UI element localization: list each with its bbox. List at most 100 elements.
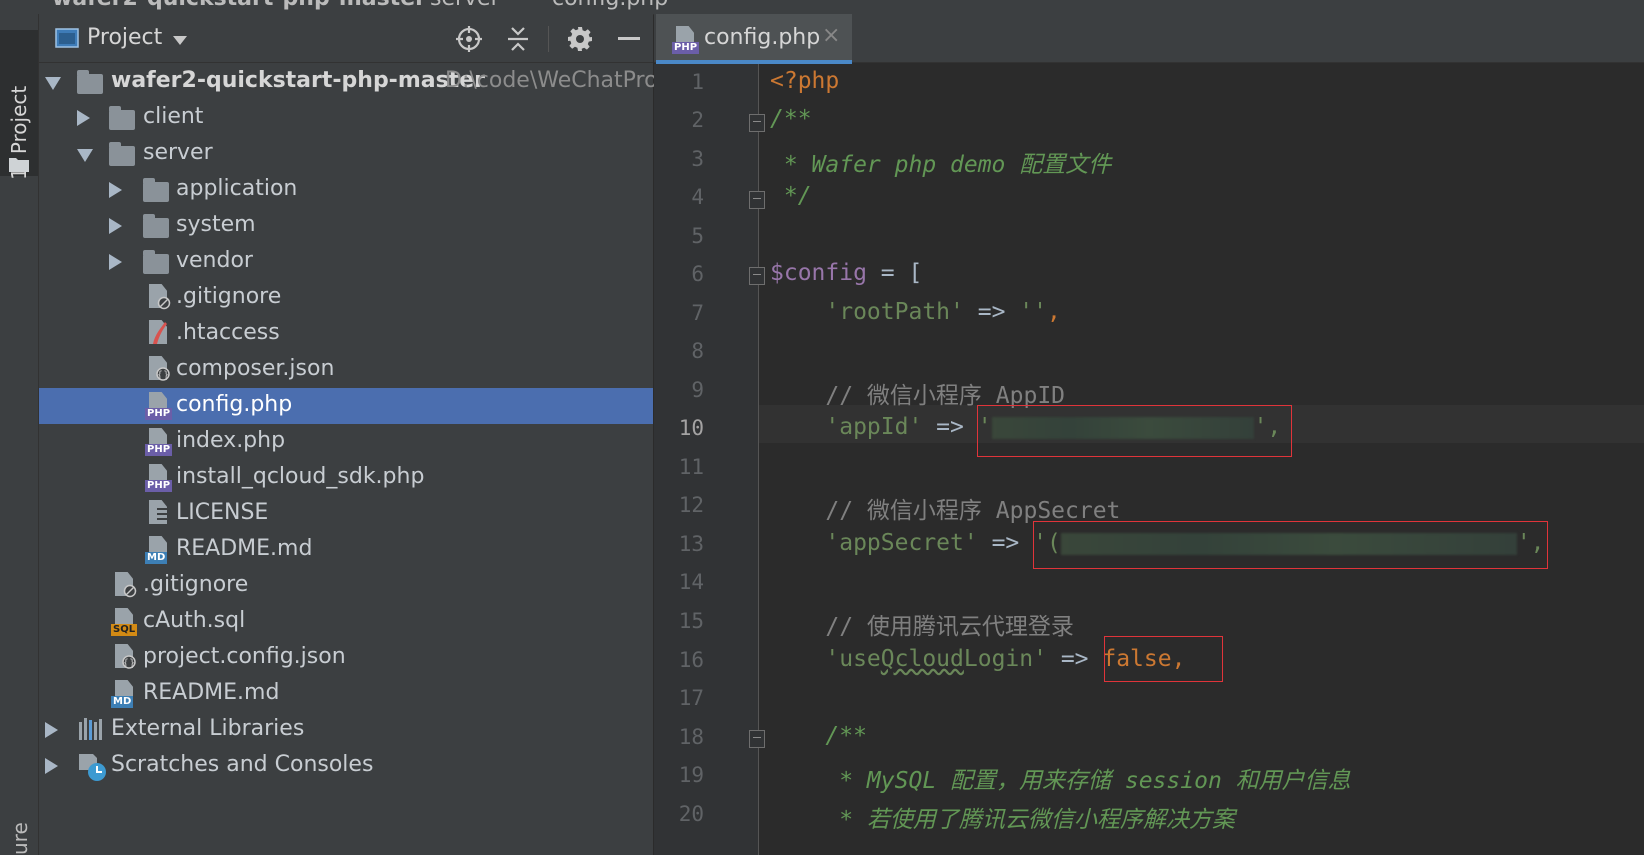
tree-item-config-php[interactable]: PHP config.php bbox=[39, 388, 653, 424]
line-number: 17 bbox=[678, 686, 704, 710]
expanded-arrow-icon[interactable] bbox=[45, 77, 61, 90]
locate-button[interactable] bbox=[454, 24, 484, 54]
hide-panel-button[interactable] bbox=[614, 24, 644, 54]
structure-tool-label[interactable]: ure bbox=[8, 810, 32, 855]
fold-marker-icon[interactable] bbox=[749, 267, 765, 285]
code-line-4[interactable]: */ bbox=[770, 183, 812, 209]
php-file-icon: PHP bbox=[145, 392, 173, 420]
tree-item-gitignore[interactable]: .gitignore bbox=[39, 280, 653, 316]
tree-item-application[interactable]: application bbox=[39, 172, 653, 208]
navigation-breadcrumb: wafer2-quickstart-php-master server conf… bbox=[0, 0, 1644, 15]
line-number: 16 bbox=[678, 648, 704, 672]
line-number: 20 bbox=[678, 802, 704, 826]
breadcrumb-folder[interactable]: server bbox=[430, 0, 500, 11]
tree-item-external-libraries[interactable]: External Libraries bbox=[39, 712, 653, 748]
collapse-icon bbox=[508, 27, 528, 51]
code-line-15[interactable]: // 使用腾讯云代理登录 bbox=[770, 607, 1074, 641]
folder-icon bbox=[109, 104, 137, 132]
root-folder-path: D:\code\WeChatProje bbox=[445, 68, 678, 93]
folder-icon bbox=[9, 158, 29, 172]
annotation-box-qcloud-login bbox=[1104, 636, 1223, 682]
collapsed-arrow-icon[interactable] bbox=[109, 254, 122, 270]
tree-item-label: vendor bbox=[176, 248, 253, 273]
tree-item-system[interactable]: system bbox=[39, 208, 653, 244]
line-number: 3 bbox=[691, 147, 704, 171]
folder-icon bbox=[109, 140, 137, 168]
tree-item-scratches[interactable]: Scratches and Consoles bbox=[39, 748, 653, 784]
fold-marker-icon[interactable] bbox=[749, 114, 765, 132]
code-line-7[interactable]: 'rootPath' => '', bbox=[770, 299, 1060, 325]
tree-item-license[interactable]: LICENSE bbox=[39, 496, 653, 532]
project-view-title[interactable]: Project bbox=[87, 25, 162, 50]
line-number: 11 bbox=[678, 455, 704, 479]
gitignore-file-icon bbox=[111, 572, 139, 600]
collapsed-arrow-icon[interactable] bbox=[45, 758, 58, 774]
editor-tab-bar: PHP config.php × bbox=[654, 14, 1644, 64]
project-panel: Project wafer2-quickstart-php-master D:\… bbox=[39, 14, 677, 855]
code-line-1[interactable]: <?php bbox=[770, 68, 839, 94]
expanded-arrow-icon[interactable] bbox=[77, 149, 93, 162]
collapsed-arrow-icon[interactable] bbox=[109, 182, 122, 198]
fold-marker-icon[interactable] bbox=[749, 730, 765, 748]
line-number: 15 bbox=[678, 609, 704, 633]
code-line-20[interactable]: * 若使用了腾讯云微信小程序解决方案 bbox=[770, 800, 1235, 834]
tree-item-project-config-json[interactable]: {} project.config.json bbox=[39, 640, 653, 676]
gear-icon bbox=[568, 27, 592, 51]
annotation-box-appsecret bbox=[1033, 521, 1548, 569]
folder-icon bbox=[143, 176, 171, 204]
settings-button[interactable] bbox=[565, 24, 595, 54]
tree-item-composer-json[interactable]: {} composer.json bbox=[39, 352, 653, 388]
left-tool-strip: 1: Project ure bbox=[0, 14, 39, 855]
apache-config-file-icon bbox=[145, 320, 173, 348]
tree-item-label: cAuth.sql bbox=[143, 608, 246, 633]
tree-item-label: Scratches and Consoles bbox=[111, 752, 374, 777]
tree-item-label: system bbox=[176, 212, 256, 237]
php-file-icon: PHP bbox=[672, 26, 700, 54]
tree-item-gitignore-root[interactable]: .gitignore bbox=[39, 568, 653, 604]
code-line-2[interactable]: /** bbox=[770, 106, 812, 132]
tree-item-client[interactable]: client bbox=[39, 100, 653, 136]
tree-item-index-php[interactable]: PHP index.php bbox=[39, 424, 653, 460]
tree-item-cauth-sql[interactable]: SQL cAuth.sql bbox=[39, 604, 653, 640]
close-icon[interactable]: × bbox=[822, 23, 840, 48]
project-panel-header: Project bbox=[39, 14, 653, 63]
tree-item-readme-root[interactable]: MD README.md bbox=[39, 676, 653, 712]
tree-item-label: config.php bbox=[176, 392, 293, 417]
tab-config-php[interactable]: PHP config.php × bbox=[656, 14, 852, 64]
code-line-3[interactable]: * Wafer php demo 配置文件 bbox=[770, 145, 1111, 179]
collapse-all-button[interactable] bbox=[503, 24, 533, 54]
tree-item-readme-server[interactable]: MD README.md bbox=[39, 532, 653, 568]
breadcrumb-root[interactable]: wafer2-quickstart-php-master bbox=[52, 0, 426, 11]
breadcrumb-file[interactable]: config.php bbox=[552, 0, 668, 11]
folder-icon bbox=[143, 248, 171, 276]
tree-item-htaccess[interactable]: .htaccess bbox=[39, 316, 653, 352]
tree-item-label: server bbox=[143, 140, 213, 165]
line-number: 9 bbox=[691, 378, 704, 402]
line-number: 4 bbox=[691, 185, 704, 209]
svg-text:{}: {} bbox=[123, 658, 136, 669]
line-number: 19 bbox=[678, 763, 704, 787]
minimize-icon bbox=[618, 37, 640, 40]
code-line-19[interactable]: * MySQL 配置，用来存储 session 和用户信息 bbox=[770, 761, 1350, 795]
code-line-18[interactable]: /** bbox=[770, 723, 867, 749]
fold-marker-icon[interactable] bbox=[749, 191, 765, 209]
tree-item-label: .gitignore bbox=[143, 572, 249, 597]
chevron-down-icon[interactable] bbox=[173, 36, 187, 45]
code-line-6[interactable]: $config = [ bbox=[770, 260, 922, 286]
tree-item-label: README.md bbox=[176, 536, 313, 561]
collapsed-arrow-icon[interactable] bbox=[77, 110, 90, 126]
collapsed-arrow-icon[interactable] bbox=[109, 218, 122, 234]
tree-item-server[interactable]: server bbox=[39, 136, 653, 172]
collapsed-arrow-icon[interactable] bbox=[45, 722, 58, 738]
code-line-12[interactable]: // 微信小程序 AppSecret bbox=[770, 491, 1120, 525]
folder-icon bbox=[77, 68, 105, 96]
tab-label: config.php bbox=[704, 25, 821, 50]
project-tool-button[interactable]: 1: Project bbox=[0, 30, 38, 180]
tree-item-label: README.md bbox=[143, 680, 280, 705]
tree-item-install-qcloud-sdk[interactable]: PHP install_qcloud_sdk.php bbox=[39, 460, 653, 496]
line-number: 7 bbox=[691, 301, 704, 325]
json-file-icon: {} bbox=[145, 356, 173, 384]
tree-root-folder[interactable]: wafer2-quickstart-php-master D:\code\WeC… bbox=[39, 64, 677, 100]
gitignore-file-icon bbox=[145, 284, 173, 312]
tree-item-vendor[interactable]: vendor bbox=[39, 244, 653, 280]
